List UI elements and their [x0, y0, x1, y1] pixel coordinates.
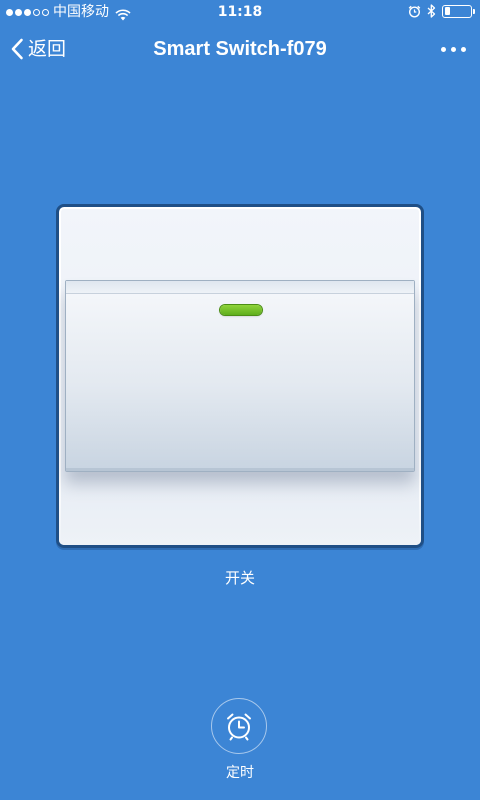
- alarm-clock-icon: [224, 711, 254, 741]
- switch-plate: [56, 204, 424, 548]
- bluetooth-icon: [427, 4, 436, 18]
- nav-bar: 返回 Smart Switch-f079: [0, 24, 480, 76]
- switch-label: 开关: [224, 569, 255, 587]
- alarm-icon: [408, 5, 421, 18]
- battery-icon: [442, 4, 475, 18]
- indicator-light: [220, 305, 262, 315]
- plate-shade: [59, 475, 421, 545]
- status-bar-right: [408, 4, 475, 18]
- rocker-bottom-edge: [66, 468, 414, 471]
- timer-label: 定时: [226, 765, 254, 781]
- rocker-top-band: [66, 281, 414, 294]
- page-title: Smart Switch-f079: [153, 38, 327, 60]
- status-bar: 中国移动 11:18: [0, 0, 480, 24]
- timer-button[interactable]: [211, 698, 267, 754]
- switch-toggle[interactable]: [65, 280, 415, 472]
- battery-level: [444, 7, 450, 15]
- more-icon[interactable]: [441, 47, 466, 52]
